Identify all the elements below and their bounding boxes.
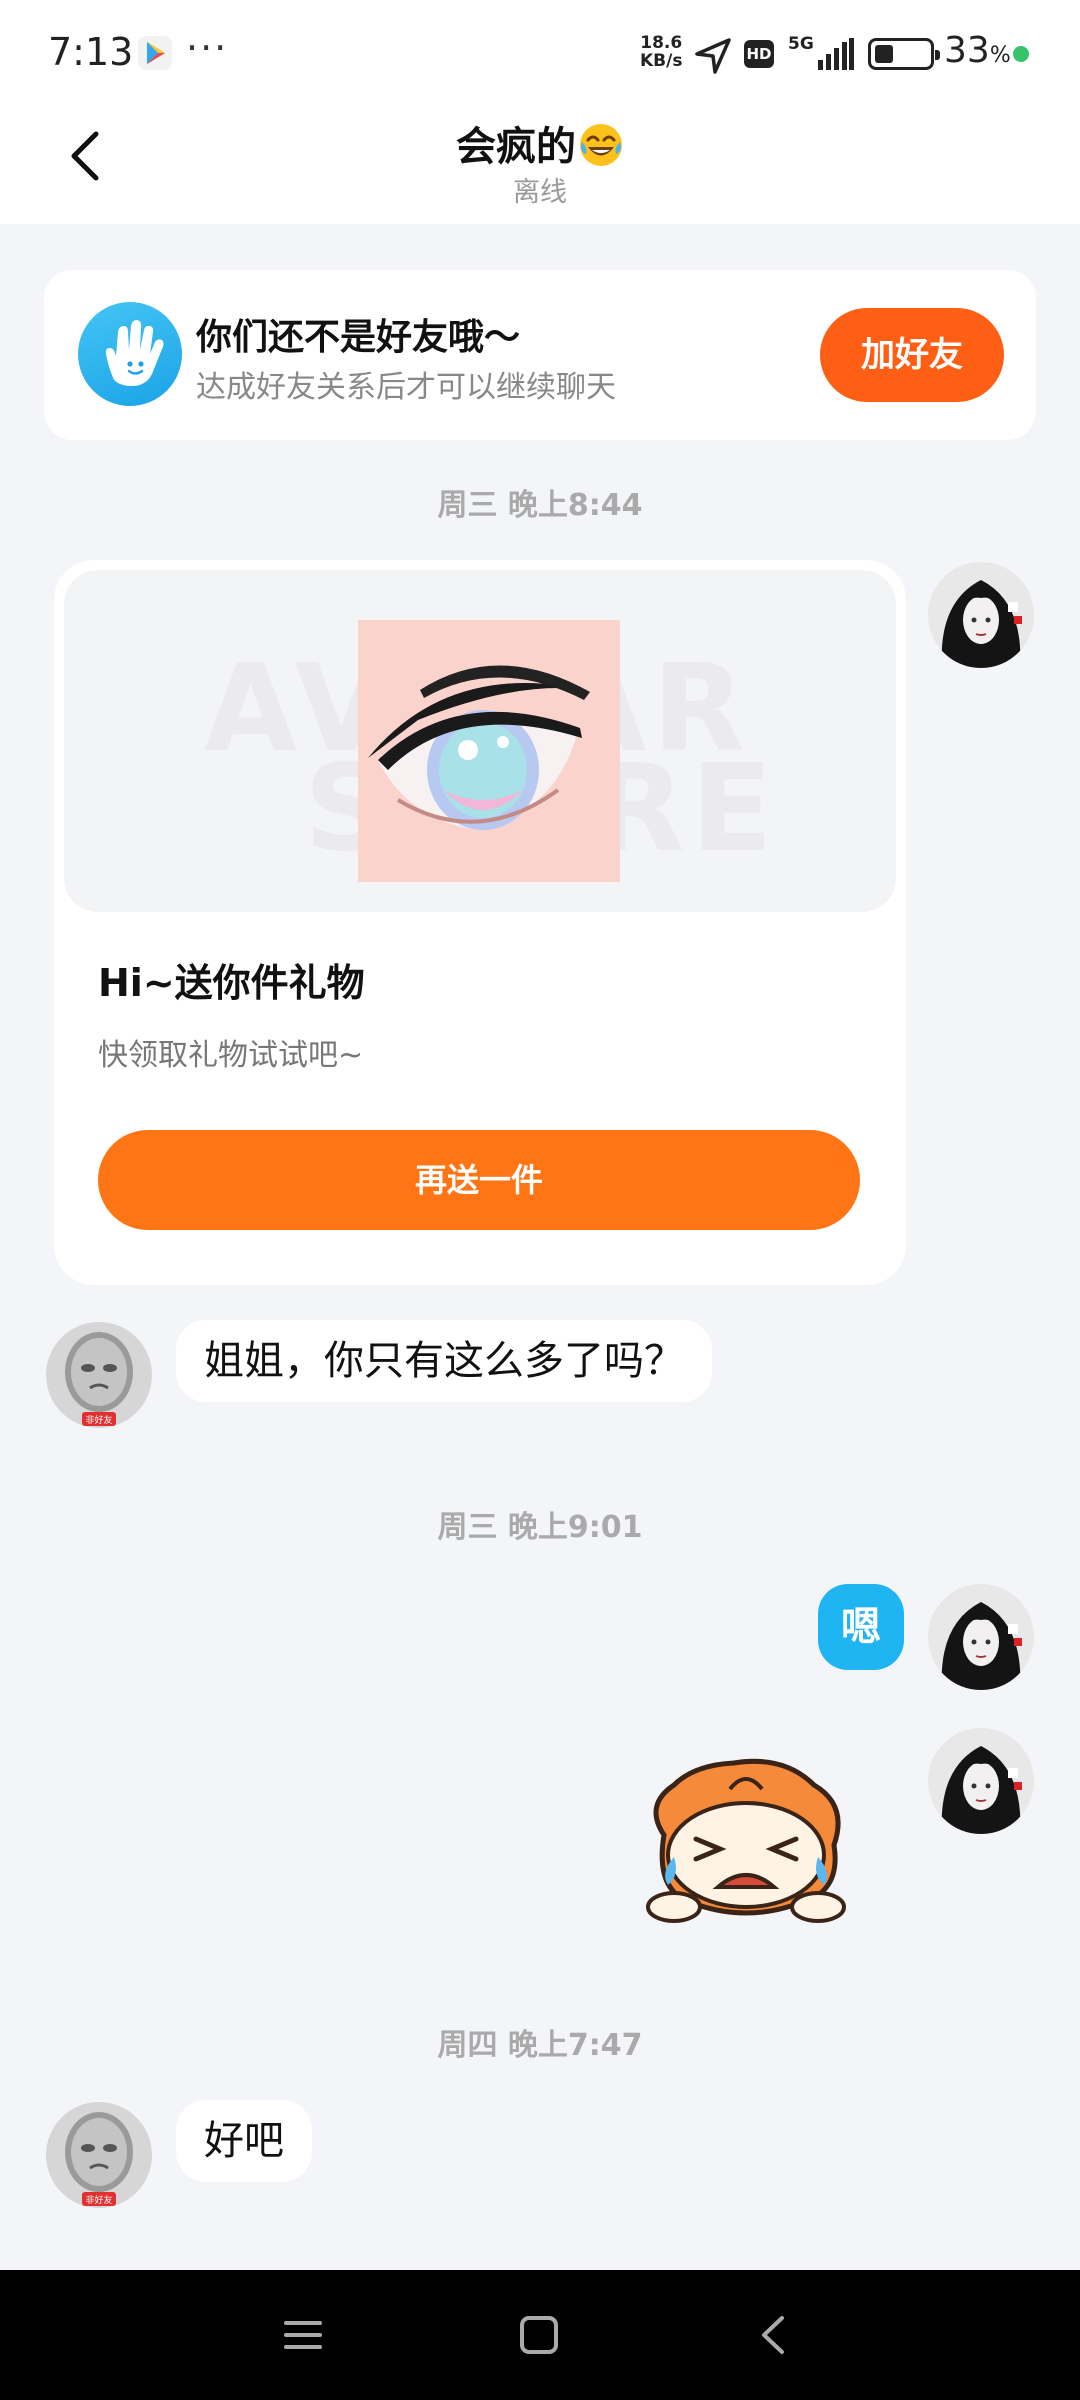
my-avatar[interactable] [928, 1728, 1034, 1834]
battery-icon [868, 38, 940, 70]
back-icon[interactable] [750, 2310, 800, 2360]
banner-title: 你们还不是好友哦～ [196, 317, 521, 358]
my-avatar[interactable] [928, 562, 1034, 668]
hd-voice-icon: HD [744, 40, 774, 68]
gift-title: Hi~送你件礼物 [98, 961, 365, 1005]
my-avatar[interactable] [928, 1584, 1034, 1690]
gift-preview: AVATAR STORE [64, 570, 896, 912]
crying-cartoon-sticker[interactable] [634, 1745, 858, 1923]
system-navigation-bar [0, 2270, 1080, 2400]
signal-strength-icon [818, 38, 854, 70]
status-bar: 7:13 ··· 18.6 KB/s HD 5G 33% [0, 0, 1080, 100]
location-arrow-icon [695, 38, 731, 74]
contact-avatar[interactable]: 非好友 [46, 1322, 152, 1428]
home-icon[interactable] [514, 2310, 564, 2360]
more-notifications-icon: ··· [186, 26, 229, 70]
status-time: 7:13 [48, 30, 134, 74]
message-timestamp: 周四 晚上7:47 [437, 2028, 643, 2063]
hand-wave-icon [78, 302, 182, 406]
network-speed: 18.6 KB/s [640, 33, 683, 71]
battery-percent: 33% [944, 30, 1011, 71]
chat-title: 会疯的 [0, 114, 1080, 172]
menu-icon[interactable] [278, 2310, 328, 2360]
send-another-gift-button[interactable]: 再送一件 [98, 1130, 860, 1230]
contact-avatar[interactable]: 非好友 [46, 2102, 152, 2208]
not-friends-banner: 你们还不是好友哦～ 达成好友关系后才可以继续聊天 加好友 [44, 270, 1036, 440]
contact-name: 会疯的 [456, 124, 576, 170]
add-friend-button[interactable]: 加好友 [820, 308, 1004, 402]
message-timestamp: 周三 晚上9:01 [437, 1510, 643, 1545]
non-friend-badge: 非好友 [85, 2194, 112, 2206]
outgoing-message-bubble[interactable]: 嗯 [818, 1584, 904, 1670]
incoming-message-bubble[interactable]: 好吧 [176, 2100, 312, 2182]
online-status: 离线 [513, 177, 567, 208]
non-friend-badge: 非好友 [85, 1414, 112, 1426]
network-type: 5G [788, 34, 814, 54]
chat-header: 会疯的 离线 [0, 100, 1080, 224]
play-store-icon [138, 36, 172, 70]
message-timestamp: 周三 晚上8:44 [437, 488, 643, 523]
incoming-message-bubble[interactable]: 姐姐，你只有这么多了吗？ [176, 1320, 712, 1402]
anime-eye-gift-image [358, 620, 620, 882]
banner-subtitle: 达成好友关系后才可以继续聊天 [196, 370, 616, 405]
gift-message-card[interactable]: AVATAR STORE Hi~送你件礼物 快领取礼物试试吧~ 再送一件 [54, 560, 906, 1285]
privacy-indicator-dot [1013, 46, 1029, 62]
gift-subtitle: 快领取礼物试试吧~ [98, 1038, 364, 1073]
laughing-emoji-icon [580, 124, 622, 166]
